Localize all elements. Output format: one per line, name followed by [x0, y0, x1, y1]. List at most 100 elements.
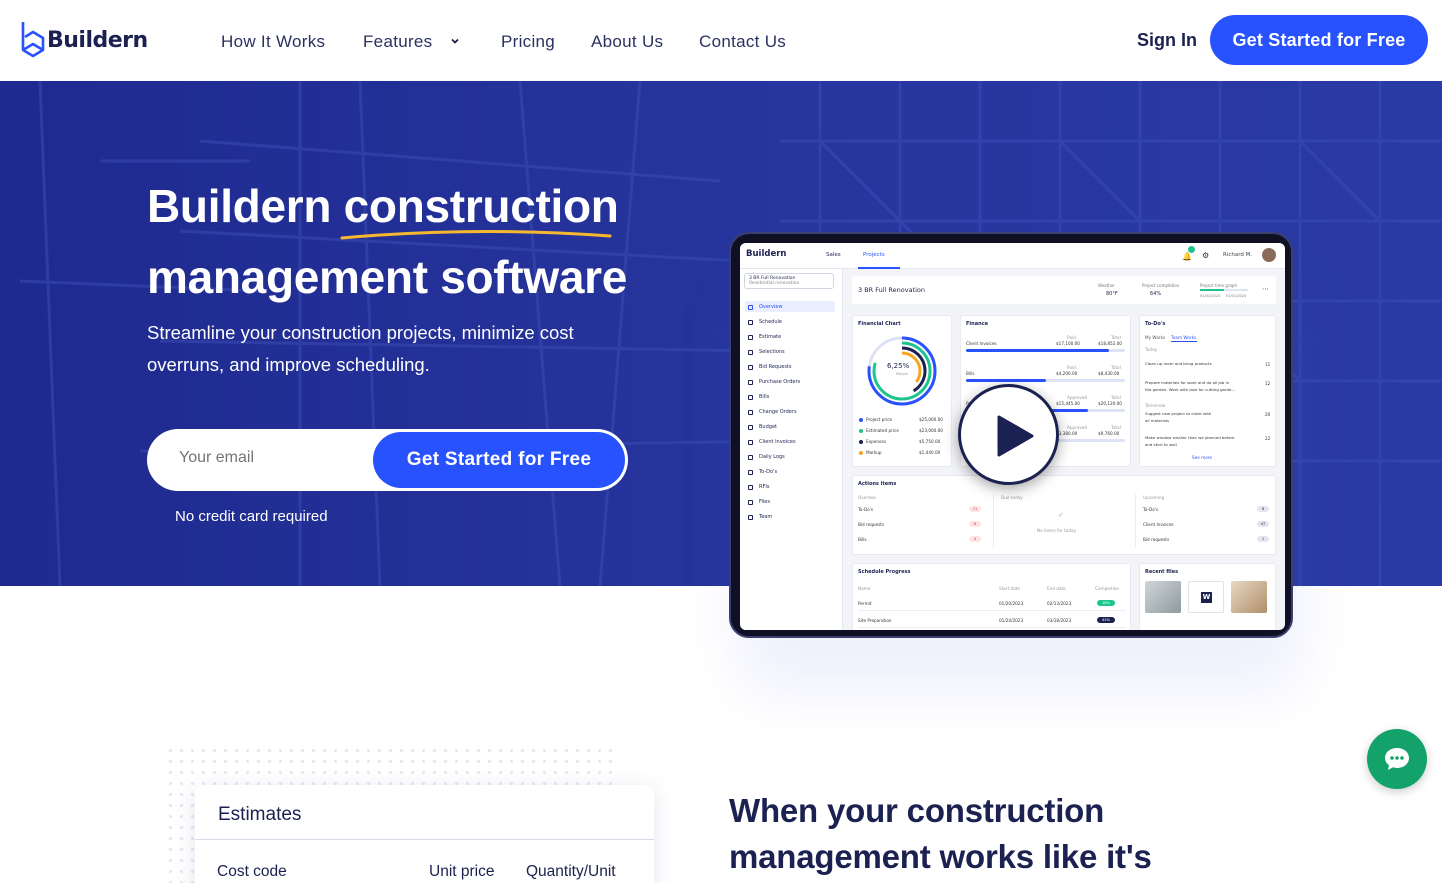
schedule-col-start: Start date [999, 586, 1021, 591]
recent-files-title: Recent files [1145, 569, 1179, 575]
schedule-title: Schedule Progress [858, 569, 911, 575]
todo-text: Prepare materials for work and do all jo… [1145, 380, 1230, 385]
todo-text: all materials [1145, 418, 1170, 423]
margin-label: Margin [896, 372, 908, 376]
hero-title-line2: management software [147, 251, 627, 303]
completion-label: Project completion [1142, 283, 1180, 288]
project-selector-type: Residential renovation [749, 281, 800, 286]
file-thumbnail [1231, 581, 1267, 613]
finance-bar-fill [966, 379, 1046, 382]
overdue-count-badge: 11 [969, 506, 981, 512]
todo-day: 11 [1265, 362, 1271, 367]
todo-day: 20 [1265, 412, 1271, 417]
finance-k1: Approved [1067, 395, 1088, 400]
sidebar-item-icon [748, 364, 753, 370]
title-underline-decoration [340, 229, 612, 240]
sidebar-item-label: Client Invoices [759, 439, 796, 445]
sidebar-item-icon [748, 469, 753, 475]
hero-get-started-button[interactable]: Get Started for Free [373, 432, 625, 488]
sidebar-item-icon [748, 304, 753, 310]
email-input[interactable] [179, 449, 359, 467]
play-video-button[interactable] [958, 384, 1059, 485]
checkmark-icon: ✓ [1058, 511, 1064, 519]
finance-v2: $20,120.00 [1098, 401, 1122, 406]
schedule-row-name: Site Preparation [858, 618, 892, 623]
sidebar-item-purchase-orders: Purchase Orders [748, 379, 800, 385]
finance-row-label: Bills [966, 371, 975, 376]
schedule-row-divider [858, 610, 1126, 611]
sidebar-item-files: Files [748, 499, 770, 505]
time-graph-fill [1200, 289, 1224, 291]
finance-v2: $9,760.00 [1098, 431, 1120, 436]
sidebar-item-client-invoices: Client Invoices [748, 439, 796, 445]
sidebar-item-label: To-Do's [759, 469, 778, 475]
schedule-col-completion: Completion [1095, 586, 1119, 591]
finance-k2: Total [1111, 365, 1121, 370]
col-unit-price: Unit price [429, 863, 495, 880]
nav-pricing[interactable]: Pricing [501, 32, 555, 52]
sidebar-item-icon [748, 409, 753, 415]
nav-contact-us[interactable]: Contact Us [699, 32, 786, 52]
sidebar-item-icon [748, 319, 753, 325]
sidebar-item-label: Change Orders [759, 409, 797, 415]
legend-label: Markup [866, 450, 882, 455]
sidebar-item-icon [748, 514, 753, 520]
sign-in-link[interactable]: Sign In [1137, 30, 1197, 51]
buildern-logo-icon [21, 22, 45, 58]
actions-overdue: Overdue [858, 495, 876, 500]
get-started-button[interactable]: Get Started for Free [1210, 15, 1428, 65]
nav-how-it-works[interactable]: How It Works [221, 32, 325, 52]
actions-divider-2 [1135, 494, 1136, 548]
upcoming-count-badge: 1 [1257, 536, 1269, 542]
legend-value: $1,440.00 [919, 450, 941, 455]
sidebar-item-label: Bid Requests [759, 364, 792, 370]
app-tab-projects: Projects [863, 252, 885, 258]
sidebar-item-icon [748, 454, 753, 460]
app-topbar: Buildern Sales Projects 🔔 ⚙ Richard M. [740, 243, 1285, 269]
sidebar-item-selections: Selections [748, 349, 785, 355]
sidebar-item-bid-requests: Bid Requests [748, 364, 792, 370]
sidebar-item-label: Budget [759, 424, 777, 430]
nav-about-us[interactable]: About Us [591, 32, 663, 52]
chat-widget-button[interactable] [1367, 729, 1427, 789]
actions-title: Actions items [858, 481, 897, 487]
legend-label: Estimated price [866, 428, 899, 433]
todos-card: To-Do's My Works Team Works Today Tomorr… [1139, 315, 1276, 467]
app-sidebar: 3 BR Full Renovation Residential renovat… [740, 269, 843, 630]
finance-k1: Paid [1067, 335, 1076, 340]
sidebar-item-budget: Budget [748, 424, 777, 430]
nav-features[interactable]: Features [363, 32, 433, 52]
actions-empty: No items for today [1037, 528, 1076, 533]
sidebar-item-icon [748, 379, 753, 385]
sidebar-item-estimate: Estimate [748, 334, 781, 340]
todo-text: and stick to wall [1145, 442, 1177, 447]
todos-tab-indicator [1171, 341, 1197, 342]
project-selector: 3 BR Full Renovation Residential renovat… [744, 273, 834, 289]
schedule-row-name: Permit [858, 601, 872, 606]
todo-text: Clean up room and bring products [1145, 361, 1212, 366]
chevron-down-icon[interactable] [450, 36, 460, 46]
actions-upcoming: Upcoming [1143, 495, 1165, 500]
actions-due-today: Due today [1001, 495, 1023, 500]
sidebar-item-label: Purchase Orders [759, 379, 801, 385]
schedule-row-start: 01/24/2023 [999, 618, 1024, 623]
schedule-col-end: End date [1047, 586, 1066, 591]
upcoming-item-label: Client Invoices [1143, 522, 1174, 527]
legend-value: $23,000.00 [919, 428, 943, 433]
legend-label: Expenses [866, 439, 886, 444]
schedule-row-divider [858, 627, 1126, 628]
recent-files-card: Recent files W [1139, 563, 1276, 630]
todos-tab-my: My Works [1145, 335, 1166, 340]
financial-chart-card: Financial Chart 6,25% Margin Project pri… [852, 315, 952, 467]
schedule-row-start: 01/20/2023 [999, 601, 1024, 606]
more-icon: ⋯ [1262, 285, 1269, 293]
project-header: 3 BR Full Renovation Weather 80°F Projec… [852, 276, 1276, 304]
col-cost-code: Cost code [217, 863, 287, 880]
hero-title: Buildern construction management softwar… [147, 171, 627, 313]
sidebar-item-icon [748, 349, 753, 355]
sidebar-item-label: Team [759, 514, 773, 520]
logo[interactable]: Buildern [19, 20, 148, 60]
sidebar-item-label: Files [759, 499, 770, 505]
logo-text: Buildern [47, 27, 148, 53]
schedule-completion-badge: 43% [1097, 617, 1115, 623]
